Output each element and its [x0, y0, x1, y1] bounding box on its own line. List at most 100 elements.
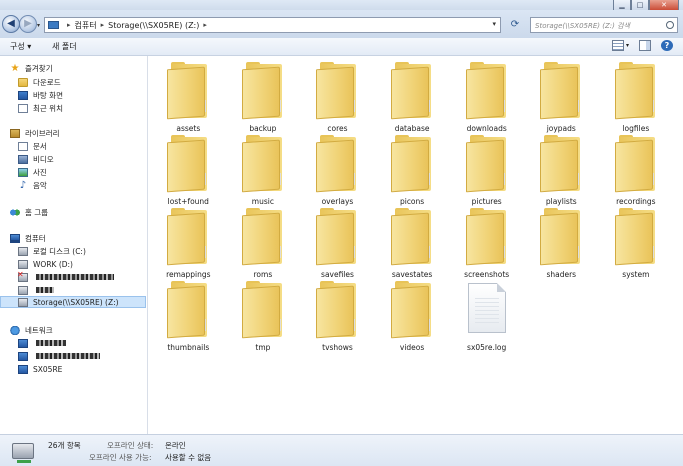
folder-item[interactable]: tvshows — [300, 279, 375, 352]
folder-item[interactable]: logfiles — [599, 60, 674, 133]
folder-item[interactable]: playlists — [524, 133, 599, 206]
music-icon: ♪ — [19, 179, 27, 191]
help-icon[interactable]: ? — [661, 40, 673, 51]
nav-label: 바탕 화면 — [33, 90, 63, 100]
folder-item[interactable]: pictures — [449, 133, 524, 206]
folder-item[interactable]: overlays — [300, 133, 375, 206]
nav-item-sx05re[interactable]: SX05RE — [18, 363, 62, 375]
folder-icon — [167, 135, 209, 193]
new-folder-button[interactable]: 새 폴더 — [52, 41, 77, 52]
offline-availability-value: 사용할 수 없음 — [165, 453, 212, 462]
forward-button[interactable]: ▶ — [19, 15, 37, 33]
icon-grid: assets backup cores database downloads joypad… — [151, 60, 673, 352]
file-item[interactable]: sx05re.log — [449, 279, 524, 352]
folder-item[interactable]: videos — [375, 279, 450, 352]
folder-label: playlists — [545, 197, 577, 206]
organize-button[interactable]: 구성 ▾ — [10, 41, 31, 52]
chevron-right-icon[interactable]: ▸ — [203, 21, 207, 29]
nav-favorites[interactable]: ★ 즐겨찾기 — [10, 62, 53, 74]
nav-item-local-disk-c[interactable]: 로컬 디스크 (C:) — [18, 245, 86, 257]
folder-item[interactable]: music — [226, 133, 301, 206]
folder-label: videos — [399, 343, 425, 352]
folder-label: music — [251, 197, 274, 206]
folder-label: screenshots — [464, 270, 510, 279]
folder-item[interactable]: picons — [375, 133, 450, 206]
search-input[interactable]: Storage(\\SX05RE) (Z:) 검색 — [530, 17, 678, 33]
folder-item[interactable]: screenshots — [449, 206, 524, 279]
folder-icon — [241, 208, 284, 266]
folder-item[interactable]: downloads — [449, 60, 524, 133]
folder-item[interactable]: roms — [226, 206, 301, 279]
search-icon — [666, 21, 674, 29]
folder-item[interactable]: remappings — [151, 206, 226, 279]
folder-item[interactable]: thumbnails — [151, 279, 226, 352]
nav-item-network-pc-redacted-1[interactable] — [18, 337, 66, 349]
folder-item[interactable]: recordings — [599, 133, 674, 206]
text-file-icon — [467, 283, 506, 333]
folder-item[interactable]: tmp — [226, 279, 301, 352]
refresh-button[interactable]: ⟳ — [505, 18, 525, 32]
videos-icon — [18, 154, 28, 164]
nav-item-pictures[interactable]: 사진 — [18, 166, 47, 178]
folder-label: savefiles — [321, 270, 354, 279]
folder-icon — [167, 281, 209, 339]
desktop-icon — [18, 90, 28, 100]
preview-pane-icon[interactable] — [639, 40, 651, 51]
nav-item-drive-redacted[interactable] — [18, 284, 54, 296]
nav-item-storage-z[interactable]: Storage(\\SX05RE) (Z:) — [0, 296, 146, 308]
recent-pages-dropdown[interactable]: ▾ — [37, 22, 40, 29]
pictures-icon — [18, 167, 28, 177]
nav-item-work-d[interactable]: WORK (D:) — [18, 258, 73, 270]
nav-item-recent[interactable]: 최근 위치 — [18, 102, 63, 114]
folder-label: lost+found — [167, 197, 209, 206]
nav-libraries[interactable]: 라이브러리 — [10, 127, 60, 139]
change-view-icon[interactable] — [611, 40, 624, 51]
folder-item[interactable]: backup — [226, 60, 301, 133]
navigation-pane: ★ 즐겨찾기 다운로드 바탕 화면 최근 위치 라이브러리 문서 비디오 사진 … — [0, 56, 148, 434]
folder-icon — [614, 208, 657, 266]
network-computer-icon — [18, 338, 28, 348]
nav-network[interactable]: 네트워크 — [10, 324, 53, 336]
status-bar: 26개 항목 오프라인 상태: 온라인 오프라인 사용 가능: 사용할 수 없음 — [0, 434, 683, 466]
view-dropdown-icon[interactable]: ▾ — [626, 42, 629, 49]
nav-label: 비디오 — [33, 154, 54, 164]
redacted-text — [36, 353, 100, 359]
folder-item[interactable]: system — [599, 206, 674, 279]
chevron-right-icon[interactable]: ▸ — [101, 21, 105, 29]
nav-item-videos[interactable]: 비디오 — [18, 153, 54, 165]
nav-homegroup[interactable]: 홈 그룹 — [10, 206, 48, 218]
nav-item-music[interactable]: ♪ 음악 — [18, 179, 47, 191]
redacted-text — [36, 287, 54, 293]
nav-item-downloads[interactable]: 다운로드 — [18, 76, 61, 88]
nav-computer[interactable]: 컴퓨터 — [10, 232, 46, 244]
nav-item-documents[interactable]: 문서 — [18, 140, 47, 152]
folder-item[interactable]: lost+found — [151, 133, 226, 206]
folder-item[interactable]: assets — [151, 60, 226, 133]
folder-icon — [391, 135, 433, 193]
back-button[interactable]: ◀ — [2, 15, 20, 33]
nav-item-network-drive-redacted[interactable] — [17, 270, 114, 283]
search-placeholder: Storage(\\SX05RE) (Z:) 검색 — [535, 22, 630, 30]
breadcrumb-computer[interactable]: 컴퓨터 — [75, 20, 97, 31]
folder-item[interactable]: savefiles — [300, 206, 375, 279]
nav-item-desktop[interactable]: 바탕 화면 — [18, 89, 63, 101]
folder-label: recordings — [616, 197, 656, 206]
address-bar[interactable]: ▸ 컴퓨터 ▸ Storage(\\SX05RE) (Z:) ▸ ▾ — [44, 17, 501, 33]
nav-label: WORK (D:) — [33, 259, 73, 269]
arrow-left-icon: ◀ — [7, 18, 15, 29]
network-drive-icon — [12, 443, 34, 463]
folder-label: remappings — [166, 270, 211, 279]
address-dropdown-icon[interactable]: ▾ — [492, 20, 496, 28]
chevron-right-icon[interactable]: ▸ — [67, 21, 71, 29]
nav-item-network-pc-redacted-2[interactable] — [18, 350, 100, 362]
folder-item[interactable]: database — [375, 60, 450, 133]
folder-item[interactable]: cores — [300, 60, 375, 133]
downloads-folder-icon — [18, 77, 28, 87]
folder-label: database — [394, 124, 430, 133]
folder-item[interactable]: shaders — [524, 206, 599, 279]
folder-item[interactable]: joypads — [524, 60, 599, 133]
folder-label: thumbnails — [167, 343, 210, 352]
folder-icon — [540, 62, 582, 120]
breadcrumb-storage[interactable]: Storage(\\SX05RE) (Z:) — [108, 21, 199, 30]
folder-item[interactable]: savestates — [375, 206, 450, 279]
